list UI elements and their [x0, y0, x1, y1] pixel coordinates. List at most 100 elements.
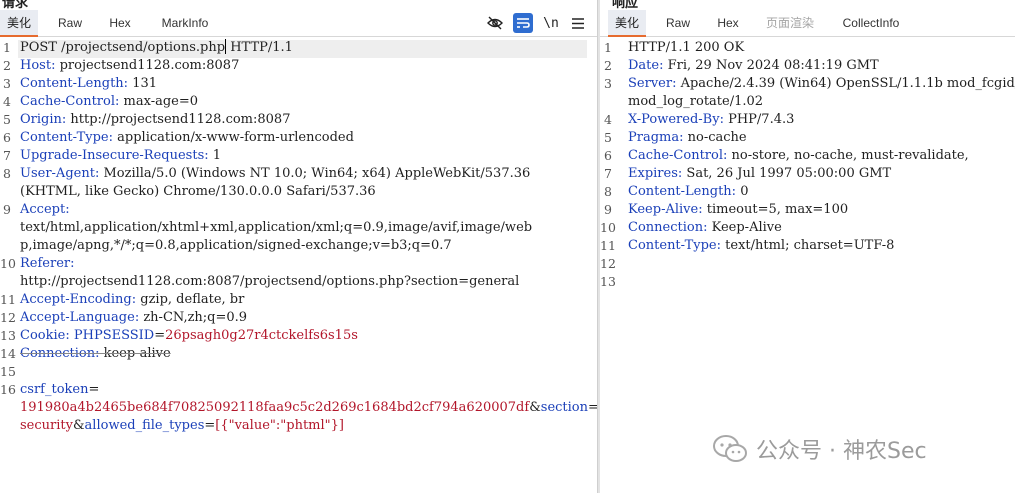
header-key: Referer	[20, 256, 71, 271]
header-key: Upgrade-Insecure-Requests	[20, 148, 205, 163]
header-line: Upgrade-Insecure-Requests: 1	[20, 148, 222, 163]
header-continuation: http://projectsend1128.com:8087/projects…	[20, 274, 520, 289]
newline-icon[interactable]: \n	[541, 13, 561, 33]
header-value: projectsend1128.com:8087	[55, 58, 240, 73]
line-number: 6	[604, 148, 612, 163]
line-number: 13	[0, 328, 16, 343]
line-number: 10	[0, 256, 16, 271]
header-key: Accept	[20, 202, 66, 217]
line-number: 3	[3, 76, 11, 91]
eye-slash-icon[interactable]	[485, 13, 505, 33]
line-number: 8	[604, 184, 612, 199]
header-line: Referer:	[20, 256, 75, 271]
header-key: Cache-Control	[20, 94, 116, 109]
request-line: POST /projectsend/options.php HTTP/1.1	[20, 39, 293, 57]
header-line: Content-Type: application/x-www-form-url…	[20, 130, 354, 145]
tab-hex[interactable]: Hex	[104, 10, 136, 37]
line-number: 1	[3, 40, 11, 55]
line-number: 4	[604, 112, 612, 127]
header-value: keep-alive	[99, 346, 171, 361]
header-key: Content-Length	[628, 184, 732, 199]
header-line: Cache-Control: max-age=0	[20, 94, 199, 109]
header-line: User-Agent: Mozilla/5.0 (Windows NT 10.0…	[20, 166, 531, 181]
line-number: 7	[604, 166, 612, 181]
header-value: 131	[128, 76, 158, 91]
header-line: Connection: keep-alive	[20, 346, 171, 361]
watermark-text: 公众号 · 神农Sec	[756, 439, 927, 464]
line-number: 11	[0, 292, 16, 307]
line-number: 9	[604, 202, 612, 217]
header-value: timeout=5, max=100	[702, 202, 849, 217]
request-line-text: POST /projectsend/options.php	[20, 40, 226, 55]
header-value: text/html; charset=UTF-8	[721, 238, 895, 253]
header-value: Sat, 26 Jul 1997 05:00:00 GMT	[682, 166, 892, 181]
response-editor[interactable]: 1 HTTP/1.1 200 OK 2 Date: Fri, 29 Nov 20…	[600, 37, 1015, 493]
header-key: Date	[628, 58, 660, 73]
tab-collectinfo[interactable]: CollectInfo	[836, 10, 906, 37]
header-key: Content-Type	[20, 130, 109, 145]
header-key: Origin	[20, 112, 62, 127]
header-value: Mozilla/5.0 (Windows NT 10.0; Win64; x64…	[99, 166, 531, 181]
response-tab-bar: 美化 Raw Hex 页面渲染 CollectInfo	[600, 10, 1015, 37]
header-line: Host: projectsend1128.com:8087	[20, 58, 240, 73]
request-editor[interactable]: 1 POST /projectsend/options.php HTTP/1.1…	[0, 37, 597, 493]
tab-pretty[interactable]: 美化	[0, 10, 38, 37]
header-value: no-store, no-cache, must-revalidate,	[727, 148, 969, 163]
header-value: 0	[736, 184, 749, 199]
menu-icon[interactable]	[568, 13, 588, 33]
watermark: 公众号 · 神农Sec	[712, 433, 927, 465]
wechat-icon	[713, 435, 747, 462]
tab-render[interactable]: 页面渲染	[762, 10, 818, 37]
status-line: HTTP/1.1 200 OK	[628, 40, 745, 55]
line-number: 5	[3, 112, 11, 127]
header-value: Apache/2.4.39 (Win64) OpenSSL/1.1.1b mod…	[680, 76, 1015, 91]
response-panel: 响应 美化 Raw Hex 页面渲染 CollectInfo 1 HTTP/1.…	[600, 0, 1015, 493]
header-key: Accept-Language	[20, 310, 135, 325]
tab-markinfo[interactable]: MarkInfo	[152, 10, 218, 37]
header-key: Cookie	[20, 328, 66, 343]
header-key: Host	[20, 58, 52, 73]
header-value: zh-CN,zh;q=0.9	[139, 310, 248, 325]
tab-raw[interactable]: Raw	[52, 10, 88, 37]
body-line: 191980a4b2465be684f70825092118faa9c5c2d2…	[20, 399, 597, 417]
line-number: 7	[3, 148, 11, 163]
header-key: Connection	[628, 220, 704, 235]
param-value: 191980a4b2465be684f70825092118faa9c5c2d2…	[20, 400, 530, 415]
header-key: Accept-Encoding	[20, 292, 132, 307]
line-number: 13	[600, 274, 616, 289]
line-number: 2	[604, 58, 612, 73]
equals-sign: =	[88, 382, 100, 397]
header-line: Keep-Alive: timeout=5, max=100	[628, 202, 849, 217]
header-line: Origin: http://projectsend1128.com:8087	[20, 112, 291, 127]
param-value: [{"value":"phtml"}]	[215, 418, 344, 433]
header-line: Date: Fri, 29 Nov 2024 08:41:19 GMT	[628, 58, 879, 73]
header-line: Server: Apache/2.4.39 (Win64) OpenSSL/1.…	[628, 75, 1015, 93]
ampersand: &	[529, 400, 541, 415]
header-value: max-age=0	[119, 94, 199, 109]
equals-sign: =	[588, 400, 597, 415]
line-number: 4	[3, 94, 11, 109]
line-number: 12	[600, 256, 616, 271]
tab-pretty[interactable]: 美化	[608, 10, 646, 37]
header-value: http://projectsend1128.com:8087	[66, 112, 291, 127]
body-line: csrf_token=	[20, 381, 99, 399]
header-key: Server	[628, 76, 673, 91]
request-panel: 请求 美化 Raw Hex MarkInfo \n 1 POST /projec…	[0, 0, 597, 493]
param-name: section	[540, 400, 589, 415]
line-number: 15	[0, 364, 16, 379]
header-value: Keep-Alive	[707, 220, 782, 235]
header-continuation: (KHTML, like Gecko) Chrome/130.0.0.0 Saf…	[20, 184, 376, 199]
tab-hex[interactable]: Hex	[712, 10, 744, 37]
cookie-name: PHPSESSID	[73, 328, 155, 343]
wrap-lines-icon[interactable]	[513, 13, 533, 33]
cookie-value: 26psagh0g27r4ctckelfs6s15s	[165, 328, 358, 343]
header-line: Connection: Keep-Alive	[628, 220, 782, 235]
http-version: HTTP/1.1	[226, 40, 293, 55]
line-number: 1	[604, 40, 612, 55]
tab-raw[interactable]: Raw	[660, 10, 696, 37]
equals-sign: =	[204, 418, 216, 433]
header-value: application/x-www-form-urlencoded	[113, 130, 354, 145]
header-key: User-Agent	[20, 166, 95, 181]
header-key: X-Powered-By	[628, 112, 720, 127]
header-continuation: mod_log_rotate/1.02	[628, 94, 764, 109]
